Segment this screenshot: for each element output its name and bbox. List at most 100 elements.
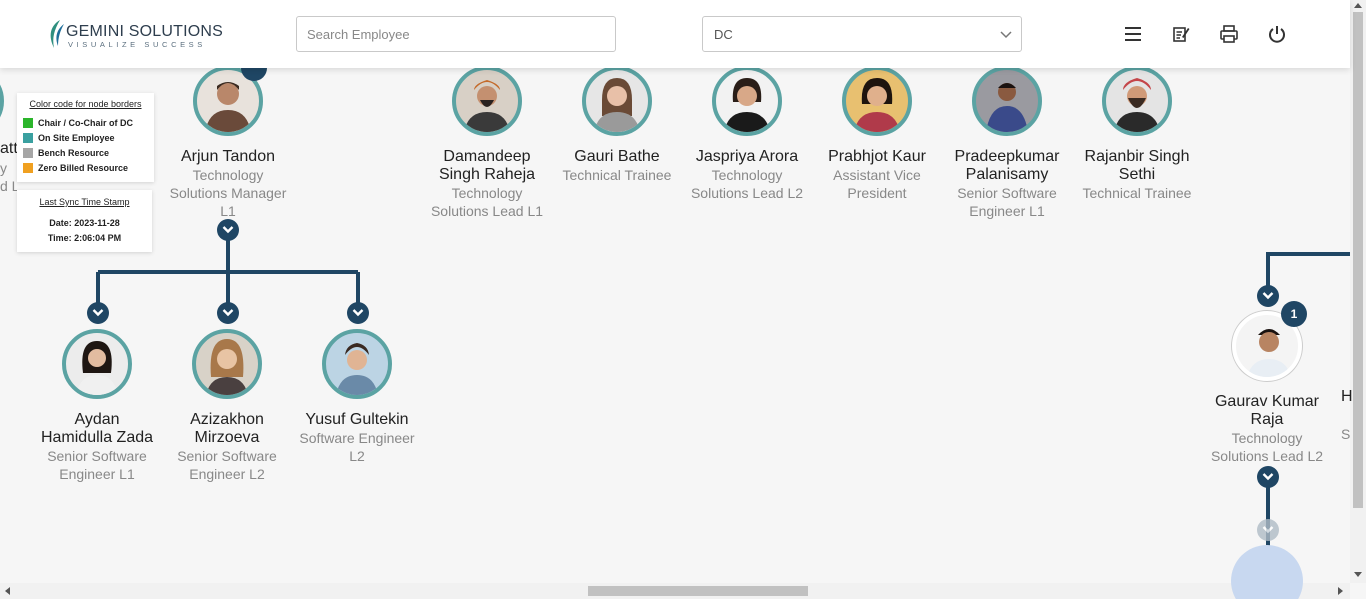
avatar <box>322 329 392 399</box>
employee-name: Yusuf Gultekin <box>305 411 409 428</box>
legend-swatch <box>23 132 33 143</box>
employee-node[interactable]: Azizakhon Mirzoeva Senior Software Engin… <box>167 329 287 483</box>
legend-label: Bench Resource <box>38 147 110 158</box>
top-header: GEMINI SOLUTIONS VISUALIZE SUCCESS DC <box>0 0 1350 68</box>
person-photo-icon <box>76 341 118 395</box>
person-photo-icon <box>854 78 900 132</box>
collapse-toggle-button[interactable] <box>1257 285 1279 307</box>
employee-node[interactable]: Yusuf Gultekin Software Engineer L2 <box>297 329 417 465</box>
chevron-down-icon <box>1262 292 1274 300</box>
person-photo-icon <box>724 78 770 132</box>
employee-role: Senior Software Engineer L1 <box>47 448 147 482</box>
partial-right-role: S <box>1341 426 1351 442</box>
vertical-scrollbar[interactable] <box>1350 0 1366 583</box>
employee-node[interactable]: Rajanbir Singh Sethi Technical Trainee <box>1077 66 1197 202</box>
scroll-left-arrow-icon <box>5 587 10 595</box>
legend-swatch <box>23 162 33 173</box>
expand-toggle-button[interactable] <box>217 302 239 324</box>
employee-role: Technical Trainee <box>1082 185 1192 201</box>
employee-node[interactable]: Jaspriya Arora Technology Solutions Lead… <box>687 66 807 202</box>
faded-toggle-button[interactable] <box>1257 519 1279 541</box>
employee-node[interactable]: Arjun Tandon Technology Solutions Manage… <box>168 66 288 220</box>
employee-name: Azizakhon Mirzoeva <box>190 411 264 446</box>
vertical-scroll-thumb[interactable] <box>1353 12 1363 508</box>
employee-node[interactable]: Pradeepkumar Palanisamy Senior Software … <box>947 66 1067 220</box>
person-photo-icon <box>336 343 378 395</box>
employee-role: Senior Software Engineer L2 <box>177 448 277 482</box>
employee-role: Technology Solutions Manager L1 <box>169 167 287 219</box>
avatar <box>582 66 652 136</box>
employee-name: Rajanbir Singh Sethi <box>1084 148 1190 183</box>
scroll-up-arrow-icon <box>1354 3 1362 8</box>
avatar <box>712 66 782 136</box>
legend-swatch <box>23 117 33 128</box>
dc-filter-select[interactable]: DC <box>702 16 1022 52</box>
scroll-down-arrow-icon <box>1354 572 1362 577</box>
employee-node[interactable]: Prabhjot Kaur Assistant Vice President <box>817 66 937 202</box>
employee-name: Pradeepkumar Palanisamy <box>954 148 1060 183</box>
menu-icon[interactable] <box>1123 24 1143 44</box>
collapse-toggle-button[interactable] <box>217 219 239 241</box>
employee-node[interactable]: Gaurav Kumar Raja Technology Solutions L… <box>1207 311 1327 465</box>
child-count-badge: 1 <box>1281 301 1307 327</box>
person-photo-icon <box>464 80 510 132</box>
employee-role: Assistant Vice President <box>833 167 921 201</box>
power-icon[interactable] <box>1267 24 1287 44</box>
avatar <box>62 329 132 399</box>
employee-role: Technical Trainee <box>562 167 672 183</box>
chevron-down-icon <box>222 226 234 234</box>
legend-label: Chair / Co-Chair of DC <box>38 117 134 128</box>
person-photo-icon <box>594 78 640 132</box>
employee-node[interactable]: Gauri Bathe Technical Trainee <box>557 66 677 184</box>
legend-item-bench: Bench Resource <box>23 145 148 160</box>
leaf-logo-icon <box>50 20 64 48</box>
chevron-down-icon <box>1000 31 1012 39</box>
horizontal-scroll-thumb[interactable] <box>588 586 808 596</box>
employee-name: Arjun Tandon <box>181 148 275 165</box>
employee-name: Prabhjot Kaur <box>828 148 926 165</box>
employee-role: Senior Software Engineer L1 <box>957 185 1057 219</box>
horizontal-scrollbar[interactable] <box>0 583 1350 599</box>
person-photo-icon <box>206 339 248 395</box>
employee-role: Software Engineer L2 <box>299 430 415 464</box>
legend-title: Color code for node borders <box>29 99 142 109</box>
partial-right-name: H <box>1341 388 1353 405</box>
sync-timestamp-panel: Last Sync Time Stamp Date: 2023-11-28 Ti… <box>17 190 152 252</box>
sync-time: Time: 2:06:04 PM <box>47 233 122 243</box>
chevron-down-icon <box>92 309 104 317</box>
chevron-down-icon <box>222 309 234 317</box>
employee-node[interactable]: Damandeep Singh Raheja Technology Soluti… <box>427 66 547 220</box>
partial-left-role-1: y <box>0 160 7 176</box>
search-employee-input[interactable] <box>296 16 616 52</box>
edit-note-icon[interactable] <box>1171 24 1191 44</box>
person-photo-icon <box>1114 78 1160 132</box>
employee-node[interactable]: Aydan Hamidulla Zada Senior Software Eng… <box>37 329 157 483</box>
legend-panel: Color code for node borders Chair / Co-C… <box>17 93 154 182</box>
sync-date: Date: 2023-11-28 <box>49 218 120 228</box>
employee-name: Gauri Bathe <box>574 148 660 165</box>
employee-name: Jaspriya Arora <box>695 148 799 165</box>
logo-tagline: VISUALIZE SUCCESS <box>68 40 206 49</box>
sync-title: Last Sync Time Stamp <box>39 197 130 207</box>
legend-item-zero-billed: Zero Billed Resource <box>23 160 148 175</box>
expand-toggle-button[interactable] <box>87 302 109 324</box>
employee-role: Technology Solutions Lead L1 <box>430 185 544 219</box>
avatar <box>192 329 262 399</box>
partial-left-name: att <box>0 140 18 157</box>
legend-item-chair: Chair / Co-Chair of DC <box>23 115 148 130</box>
avatar <box>972 66 1042 136</box>
collapse-toggle-button[interactable] <box>1257 466 1279 488</box>
person-photo-icon <box>986 83 1028 132</box>
chevron-down-icon <box>352 309 364 317</box>
employee-name: Damandeep Singh Raheja <box>438 148 536 183</box>
legend-swatch <box>23 147 33 158</box>
expand-toggle-button[interactable] <box>347 302 369 324</box>
employee-role: Technology Solutions Lead L2 <box>690 167 804 201</box>
gemini-logo[interactable]: GEMINI SOLUTIONS VISUALIZE SUCCESS <box>46 18 223 50</box>
dc-filter-value: DC <box>714 27 733 42</box>
employee-name: Gaurav Kumar Raja <box>1214 393 1320 428</box>
legend-label: Zero Billed Resource <box>38 162 129 173</box>
logo-title: GEMINI SOLUTIONS <box>66 23 223 40</box>
scroll-right-arrow-icon <box>1338 587 1343 595</box>
print-icon[interactable] <box>1219 24 1239 44</box>
